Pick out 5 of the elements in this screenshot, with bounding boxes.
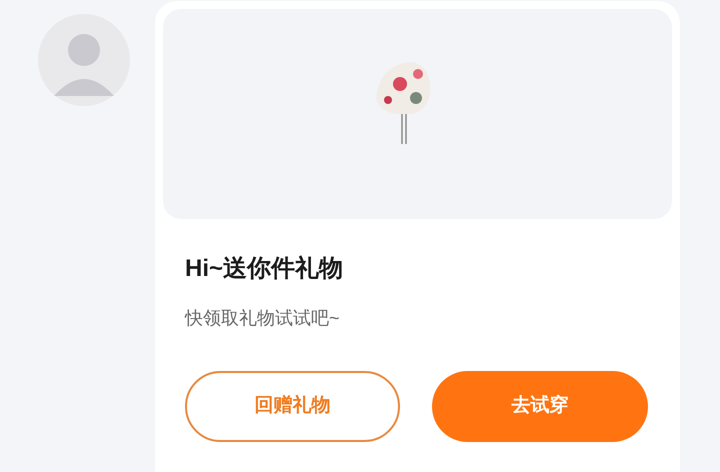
card-title: Hi~送你件礼物 — [185, 254, 344, 284]
return-gift-button[interactable]: 回赠礼物 — [185, 371, 400, 442]
avatar-silhouette-icon[interactable] — [36, 12, 132, 108]
card-subtitle: 快领取礼物试试吧~ — [185, 307, 341, 330]
try-on-button[interactable]: 去试穿 — [432, 371, 648, 442]
